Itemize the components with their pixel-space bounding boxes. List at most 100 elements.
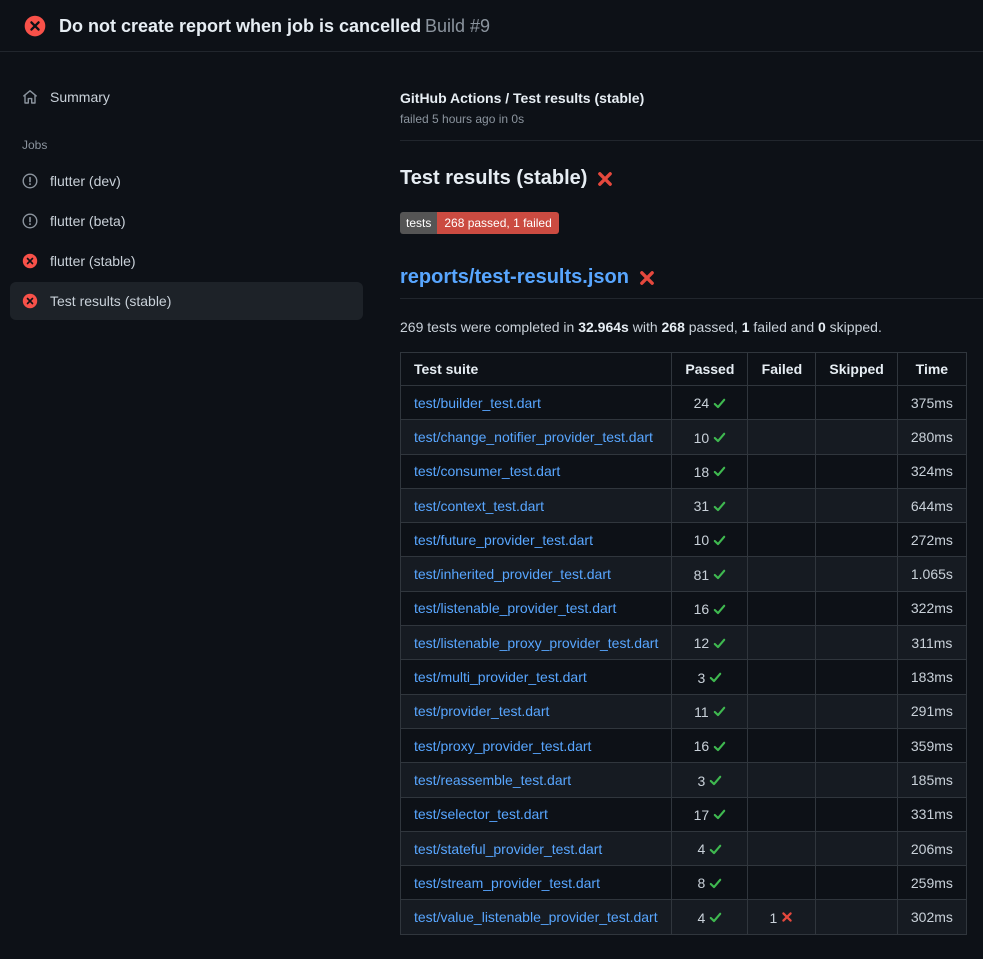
- suite-link[interactable]: test/future_provider_test.dart: [414, 532, 593, 548]
- badge-label: tests: [400, 212, 437, 234]
- failed-cell: [748, 660, 816, 694]
- suite-link[interactable]: test/builder_test.dart: [414, 395, 541, 411]
- job-label: flutter (stable): [50, 253, 136, 269]
- skipped-cell: [816, 386, 897, 420]
- suite-link[interactable]: test/consumer_test.dart: [414, 463, 560, 479]
- col-header-passed: Passed: [672, 353, 748, 386]
- suite-link[interactable]: test/stream_provider_test.dart: [414, 875, 600, 891]
- table-row: test/inherited_provider_test.dart 81 1.0…: [401, 557, 967, 591]
- check-icon: [713, 534, 726, 547]
- passed-cell: 81: [672, 557, 748, 591]
- table-row: test/change_notifier_provider_test.dart …: [401, 420, 967, 454]
- table-row: test/multi_provider_test.dart 3 183ms: [401, 660, 967, 694]
- suite-link[interactable]: test/value_listenable_provider_test.dart: [414, 909, 658, 925]
- summary-passed: 268: [662, 319, 685, 335]
- passed-cell: 8: [672, 866, 748, 900]
- suite-cell: test/future_provider_test.dart: [401, 523, 672, 557]
- skipped-cell: [816, 763, 897, 797]
- build-number: Build #9: [425, 16, 490, 36]
- summary-duration: 32.964s: [578, 319, 629, 335]
- x-circle-icon: [22, 253, 38, 269]
- sidebar-item-summary[interactable]: Summary: [10, 78, 363, 116]
- job-label: Test results (stable): [50, 293, 171, 309]
- passed-cell: 16: [672, 591, 748, 625]
- passed-cell: 3: [672, 763, 748, 797]
- check-icon: [713, 568, 726, 581]
- suite-link[interactable]: test/stateful_provider_test.dart: [414, 841, 602, 857]
- sidebar-job-item[interactable]: flutter (dev): [10, 162, 363, 200]
- skipped-cell: [816, 728, 897, 762]
- exclamation-circle-icon: [22, 173, 38, 189]
- failed-cell: 1: [748, 900, 816, 934]
- skipped-cell: [816, 591, 897, 625]
- col-header-test-suite: Test suite: [401, 353, 672, 386]
- time-cell: 183ms: [897, 660, 966, 694]
- check-icon: [709, 911, 722, 924]
- sidebar-job-item[interactable]: flutter (stable): [10, 242, 363, 280]
- passed-cell: 3: [672, 660, 748, 694]
- suite-cell: test/value_listenable_provider_test.dart: [401, 900, 672, 934]
- passed-cell: 18: [672, 454, 748, 488]
- home-icon: [22, 89, 38, 105]
- check-icon: [713, 397, 726, 410]
- sidebar-job-item[interactable]: Test results (stable): [10, 282, 363, 320]
- summary-line: 269 tests were completed in 32.964s with…: [400, 319, 983, 335]
- passed-cell: 16: [672, 728, 748, 762]
- report-link[interactable]: reports/test-results.json: [400, 266, 629, 289]
- results-table: Test suite Passed Failed Skipped Time te…: [400, 352, 967, 935]
- passed-cell: 12: [672, 626, 748, 660]
- time-cell: 291ms: [897, 694, 966, 728]
- suite-link[interactable]: test/proxy_provider_test.dart: [414, 738, 591, 754]
- passed-cell: 10: [672, 420, 748, 454]
- section-title: Test results (stable): [400, 167, 587, 190]
- jobs-list: flutter (dev) flutter (beta): [10, 162, 363, 320]
- section-heading: Test results (stable): [400, 167, 983, 190]
- time-cell: 322ms: [897, 591, 966, 625]
- passed-cell: 10: [672, 523, 748, 557]
- suite-cell: test/listenable_provider_test.dart: [401, 591, 672, 625]
- suite-link[interactable]: test/reassemble_test.dart: [414, 772, 571, 788]
- table-row: test/listenable_proxy_provider_test.dart…: [401, 626, 967, 660]
- suite-cell: test/context_test.dart: [401, 488, 672, 522]
- time-cell: 259ms: [897, 866, 966, 900]
- check-icon: [713, 431, 726, 444]
- suite-cell: test/multi_provider_test.dart: [401, 660, 672, 694]
- check-icon: [709, 877, 722, 890]
- suite-link[interactable]: test/change_notifier_provider_test.dart: [414, 429, 653, 445]
- failed-cell: [748, 386, 816, 420]
- time-cell: 644ms: [897, 488, 966, 522]
- failed-cell: [748, 591, 816, 625]
- suite-link[interactable]: test/context_test.dart: [414, 498, 544, 514]
- skipped-cell: [816, 454, 897, 488]
- suite-link[interactable]: test/selector_test.dart: [414, 806, 548, 822]
- time-cell: 359ms: [897, 728, 966, 762]
- suite-link[interactable]: test/provider_test.dart: [414, 703, 549, 719]
- check-icon: [713, 637, 726, 650]
- summary-skipped: 0: [818, 319, 826, 335]
- skipped-cell: [816, 557, 897, 591]
- failed-cell: [748, 488, 816, 522]
- failed-cell: [748, 728, 816, 762]
- x-emoji-icon: [596, 170, 614, 188]
- failed-cell: [748, 626, 816, 660]
- jobs-heading: Jobs: [10, 116, 363, 162]
- check-icon: [709, 671, 722, 684]
- table-row: test/listenable_provider_test.dart 16 32…: [401, 591, 967, 625]
- page-title: Do not create report when job is cancell…: [59, 16, 421, 36]
- suite-link[interactable]: test/multi_provider_test.dart: [414, 669, 587, 685]
- check-icon: [713, 500, 726, 513]
- suite-link[interactable]: test/listenable_provider_test.dart: [414, 600, 616, 616]
- failed-cell: [748, 763, 816, 797]
- table-row: test/consumer_test.dart 18 324ms: [401, 454, 967, 488]
- skipped-cell: [816, 420, 897, 454]
- suite-link[interactable]: test/listenable_proxy_provider_test.dart: [414, 635, 658, 651]
- skipped-cell: [816, 831, 897, 865]
- check-icon: [713, 603, 726, 616]
- failed-cell: [748, 454, 816, 488]
- sidebar-job-item[interactable]: flutter (beta): [10, 202, 363, 240]
- table-row: test/selector_test.dart 17 331ms: [401, 797, 967, 831]
- check-icon: [709, 843, 722, 856]
- passed-cell: 4: [672, 900, 748, 934]
- suite-link[interactable]: test/inherited_provider_test.dart: [414, 566, 611, 582]
- passed-cell: 17: [672, 797, 748, 831]
